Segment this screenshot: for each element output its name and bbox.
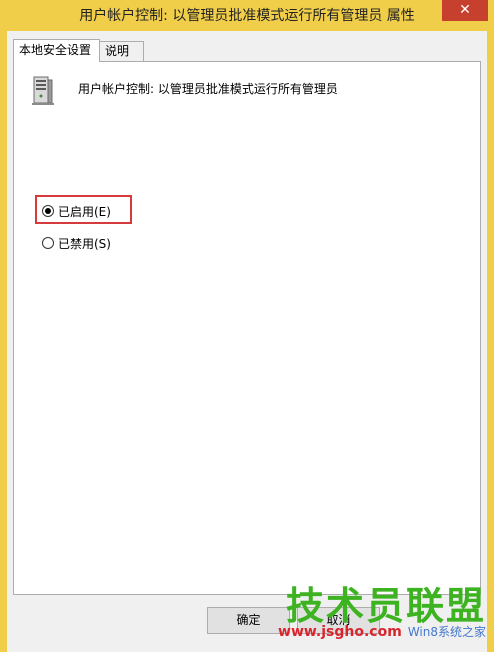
tab-explain[interactable]: 说明 <box>99 41 144 61</box>
enabled-radio-label: 已启用(E) <box>58 204 111 219</box>
properties-window: 用户帐户控制: 以管理员批准模式运行所有管理员 属性 ✕ 本地安全设置 说明 用… <box>0 0 494 652</box>
policy-name: 用户帐户控制: 以管理员批准模式运行所有管理员 <box>78 82 338 96</box>
window-title: 用户帐户控制: 以管理员批准模式运行所有管理员 属性 <box>79 8 415 24</box>
disabled-option[interactable]: 已禁用(S) <box>42 234 111 252</box>
tab-local-security-setting[interactable]: 本地安全设置 <box>13 39 100 62</box>
title-bar[interactable]: 用户帐户控制: 以管理员批准模式运行所有管理员 属性 ✕ <box>0 0 494 30</box>
close-button[interactable]: ✕ <box>442 0 488 21</box>
server-icon <box>32 76 54 105</box>
enabled-option[interactable]: 已启用(E) <box>42 202 111 220</box>
disabled-radio[interactable] <box>42 237 54 249</box>
dialog-client-area: 本地安全设置 说明 用户帐户控制: 以管理员批准模式运行所有管理员 已启用(E) <box>7 31 487 652</box>
cancel-button[interactable]: 取消 <box>297 607 380 634</box>
disabled-radio-label: 已禁用(S) <box>58 236 111 251</box>
tab-panel: 用户帐户控制: 以管理员批准模式运行所有管理员 已启用(E) 已禁用(S) <box>13 61 481 595</box>
enabled-radio[interactable] <box>42 205 54 217</box>
ok-button[interactable]: 确定 <box>207 607 290 634</box>
